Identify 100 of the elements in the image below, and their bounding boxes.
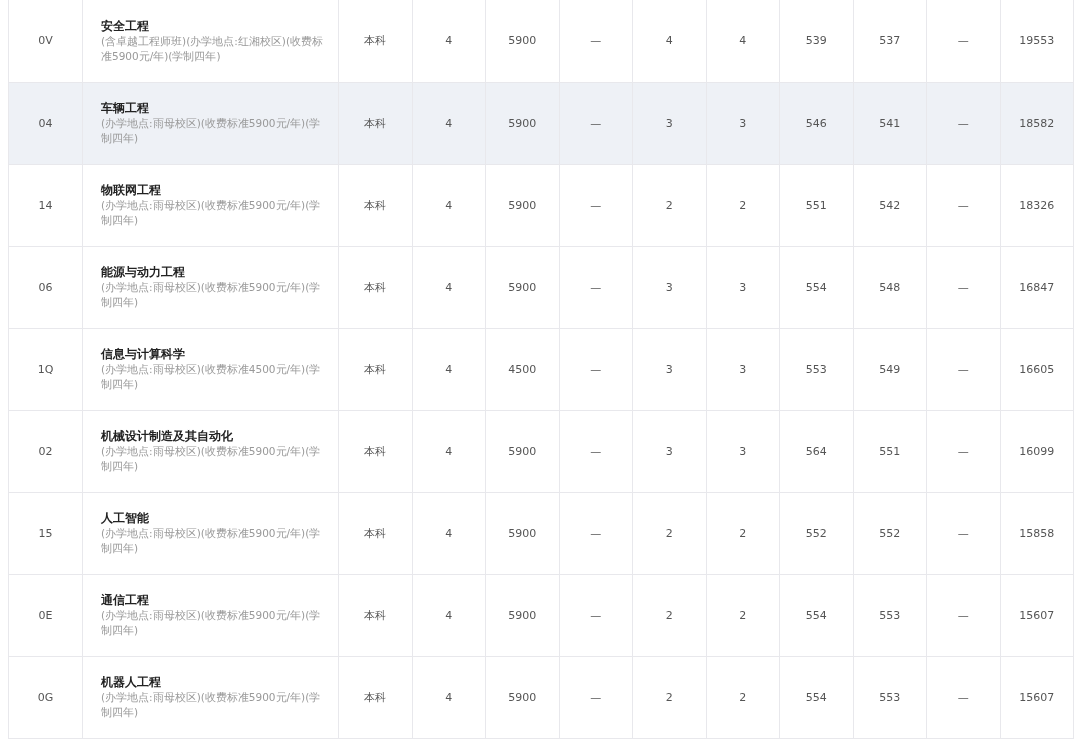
- table-row[interactable]: 06 能源与动力工程 (办学地点:雨母校区)(收费标准5900元/年)(学制四年) 本科 4 5900 — 3 3 554 548 — 16847: [8, 246, 1074, 328]
- table-cell: 18326: [1000, 164, 1074, 246]
- table-cell: —: [559, 410, 633, 492]
- major-note: (办学地点:雨母校区)(收费标准5900元/年)(学制四年): [101, 608, 322, 638]
- table-cell: 16847: [1000, 246, 1074, 328]
- table-cell: 537: [853, 0, 927, 82]
- major-note: (办学地点:雨母校区)(收费标准5900元/年)(学制四年): [101, 526, 322, 556]
- table-cell: —: [559, 492, 633, 574]
- table-cell: 19553: [1000, 0, 1074, 82]
- table-cell: 2: [632, 656, 706, 738]
- table-row[interactable]: 04 车辆工程 (办学地点:雨母校区)(收费标准5900元/年)(学制四年) 本科 4 5900 — 3 3 546 541 — 18582: [8, 82, 1074, 164]
- table-cell: 554: [779, 656, 853, 738]
- table-cell: 18582: [1000, 82, 1074, 164]
- table-cell: 0V: [8, 0, 83, 82]
- major-name: 安全工程: [101, 17, 150, 34]
- table-cell: 02: [8, 410, 83, 492]
- table-cell: 16099: [1000, 410, 1074, 492]
- table-cell: 本科: [338, 574, 412, 656]
- table-cell: 04: [8, 82, 83, 164]
- table-cell: 本科: [338, 0, 412, 82]
- table-cell: —: [926, 574, 1000, 656]
- table-row[interactable]: 0G 机器人工程 (办学地点:雨母校区)(收费标准5900元/年)(学制四年) 本科 4 5900 — 2 2 554 553 — 15607: [8, 656, 1074, 738]
- table-cell: —: [926, 328, 1000, 410]
- table-cell: 4: [412, 0, 486, 82]
- table-cell: —: [559, 82, 633, 164]
- major-note: (办学地点:雨母校区)(收费标准5900元/年)(学制四年): [101, 198, 322, 228]
- table-cell: 2: [632, 492, 706, 574]
- table-cell: 16605: [1000, 328, 1074, 410]
- table-cell: 15858: [1000, 492, 1074, 574]
- table-cell: 2: [706, 656, 780, 738]
- table-cell: 564: [779, 410, 853, 492]
- table-cell: 3: [706, 82, 780, 164]
- table-row[interactable]: 0E 通信工程 (办学地点:雨母校区)(收费标准5900元/年)(学制四年) 本科 4 5900 — 2 2 554 553 — 15607: [8, 574, 1074, 656]
- table-row[interactable]: 02 机械设计制造及其自动化 (办学地点:雨母校区)(收费标准5900元/年)(学制四年) 本科 4 5900 — 3 3 564 551 — 16099: [8, 410, 1074, 492]
- table-cell: 1Q: [8, 328, 83, 410]
- table-cell: 549: [853, 328, 927, 410]
- table-cell: 3: [706, 328, 780, 410]
- major-name: 信息与计算科学: [101, 346, 186, 362]
- table-row[interactable]: 0V 安全工程 (含卓越工程师班)(办学地点:红湘校区)(收费标准5900元/年)(学制四年) 本科 4 5900 — 4 4 539 537 — 19553: [8, 0, 1074, 82]
- table-cell: 5900: [485, 164, 559, 246]
- table-cell: 553: [779, 328, 853, 410]
- table-cell: 4: [412, 246, 486, 328]
- table-cell: 5900: [485, 246, 559, 328]
- major-note: (办学地点:雨母校区)(收费标准4500元/年)(学制四年): [101, 362, 322, 392]
- table-cell: 3: [706, 410, 780, 492]
- table-cell: 4: [632, 0, 706, 82]
- table-row[interactable]: 1Q 信息与计算科学 (办学地点:雨母校区)(收费标准4500元/年)(学制四年) 本科 4 4500 — 3 3 553 549 — 16605: [8, 328, 1074, 410]
- table-cell: 554: [779, 246, 853, 328]
- major-note: (办学地点:雨母校区)(收费标准5900元/年)(学制四年): [101, 116, 322, 146]
- table-cell: 2: [706, 164, 780, 246]
- table-cell: 本科: [338, 410, 412, 492]
- table-cell: —: [559, 0, 633, 82]
- table-cell: 0G: [8, 656, 83, 738]
- table-cell: 06: [8, 246, 83, 328]
- table-cell: 15: [8, 492, 83, 574]
- table-cell: 2: [706, 492, 780, 574]
- table-cell: 本科: [338, 164, 412, 246]
- table-cell: 2: [706, 574, 780, 656]
- table-cell: 5900: [485, 410, 559, 492]
- table-cell: 552: [779, 492, 853, 574]
- table-cell: 4500: [485, 328, 559, 410]
- table-cell: —: [559, 246, 633, 328]
- table-cell: 4: [412, 164, 486, 246]
- major-name: 机器人工程: [101, 674, 162, 690]
- major-note: (办学地点:雨母校区)(收费标准5900元/年)(学制四年): [101, 444, 322, 474]
- table-cell: —: [926, 246, 1000, 328]
- table-cell: 本科: [338, 492, 412, 574]
- table-cell: 本科: [338, 328, 412, 410]
- table-cell: 4: [412, 656, 486, 738]
- table-row[interactable]: 14 物联网工程 (办学地点:雨母校区)(收费标准5900元/年)(学制四年) 本科 4 5900 — 2 2 551 542 — 18326: [8, 164, 1074, 246]
- table-cell: 4: [706, 0, 780, 82]
- table-cell: 0E: [8, 574, 83, 656]
- major-name: 通信工程: [101, 592, 150, 608]
- major-name: 能源与动力工程: [101, 264, 186, 280]
- table-cell: 5900: [485, 82, 559, 164]
- table-cell: 5900: [485, 0, 559, 82]
- major-note: (含卓越工程师班)(办学地点:红湘校区)(收费标准5900元/年)(学制四年): [101, 33, 325, 64]
- major-note: (办学地点:雨母校区)(收费标准5900元/年)(学制四年): [101, 280, 322, 310]
- table-cell: 4: [412, 328, 486, 410]
- table-cell: 2: [632, 574, 706, 656]
- table-cell: 本科: [338, 82, 412, 164]
- major-name: 机械设计制造及其自动化: [101, 428, 234, 444]
- table-cell: —: [926, 82, 1000, 164]
- table-cell: 5900: [485, 656, 559, 738]
- table-cell: 14: [8, 164, 83, 246]
- table-cell: 553: [853, 574, 927, 656]
- table-cell: 5900: [485, 492, 559, 574]
- table-row[interactable]: 15 人工智能 (办学地点:雨母校区)(收费标准5900元/年)(学制四年) 本科 4 5900 — 2 2 552 552 — 15858: [8, 492, 1074, 574]
- table-cell: —: [559, 656, 633, 738]
- table-cell: 554: [779, 574, 853, 656]
- table-cell: 5900: [485, 574, 559, 656]
- table-cell: —: [559, 328, 633, 410]
- table-cell: 本科: [338, 656, 412, 738]
- table-cell: 15607: [1000, 574, 1074, 656]
- table-cell: 3: [706, 246, 780, 328]
- major-name: 人工智能: [101, 510, 150, 526]
- table-cell: 4: [412, 410, 486, 492]
- table-cell: 539: [779, 0, 853, 82]
- table-cell: —: [926, 492, 1000, 574]
- table-cell: 本科: [338, 246, 412, 328]
